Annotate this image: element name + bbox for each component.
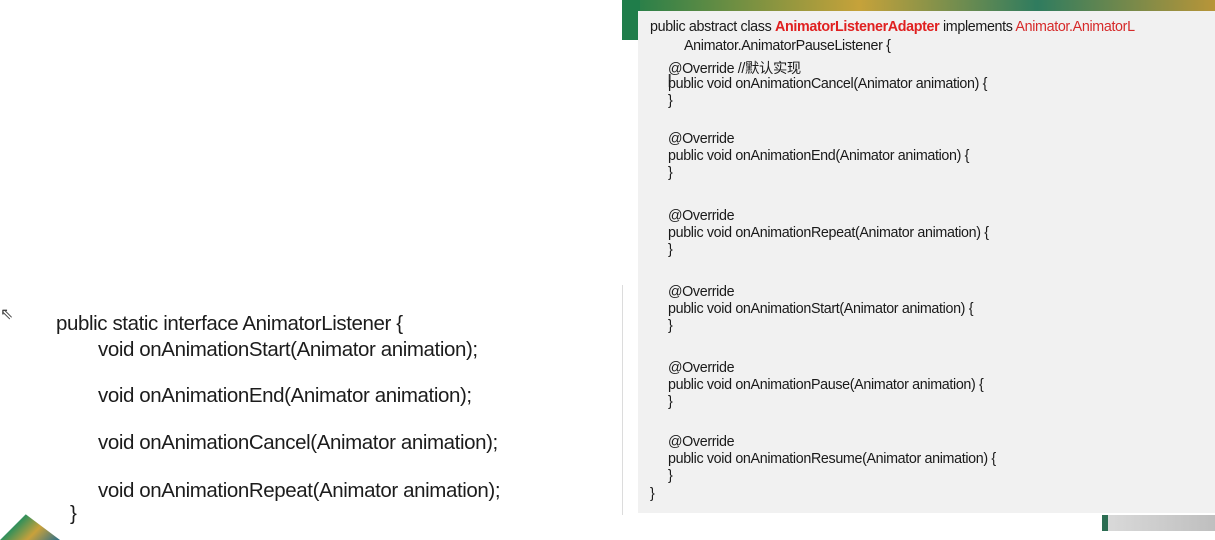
class-close: }	[650, 486, 655, 502]
method-signature: public void onAnimationPause(Animator an…	[668, 377, 984, 393]
method-annotation: @Override	[668, 434, 735, 450]
code-line: void onAnimationRepeat(Animator animatio…	[98, 479, 501, 502]
class-declaration: public abstract class AnimatorListenerAd…	[650, 19, 1135, 35]
adapter-code-panel: I public abstract class AnimatorListener…	[622, 0, 1215, 540]
method-close: }	[668, 93, 673, 109]
code-line: void onAnimationStart(Animator animation…	[98, 338, 478, 361]
slide-decoration	[0, 495, 60, 540]
method-signature: public void onAnimationEnd(Animator anim…	[668, 148, 970, 164]
method-close: }	[668, 318, 673, 334]
method-signature: public void onAnimationRepeat(Animator a…	[668, 225, 989, 241]
slide-footer-decoration	[1102, 515, 1215, 531]
code-line: Animator.AnimatorPauseListener {	[684, 38, 891, 54]
interface-name: Animator.AnimatorL	[1015, 19, 1135, 35]
method-annotation: @Override	[668, 208, 735, 224]
code-background: I public abstract class AnimatorListener…	[638, 11, 1215, 513]
annotation-comment: @Override //默认实现	[668, 61, 801, 77]
method-signature: public void onAnimationCancel(Animator a…	[668, 76, 988, 92]
method-annotation: @Override	[668, 360, 735, 376]
class-name: AnimatorListenerAdapter	[775, 19, 940, 35]
code-text: public abstract class	[650, 19, 776, 35]
code-line: void onAnimationCancel(Animator animatio…	[98, 431, 498, 454]
method-close: }	[668, 165, 673, 181]
method-signature: public void onAnimationStart(Animator an…	[668, 301, 974, 317]
code-line: void onAnimationEnd(Animator animation);	[98, 384, 472, 407]
method-close: }	[668, 242, 673, 258]
method-annotation: @Override	[668, 131, 735, 147]
code-text: implements	[939, 19, 1016, 35]
method-annotation: @Override	[668, 284, 735, 300]
pointer-arrow-icon: ⇖	[0, 304, 14, 323]
divider	[622, 285, 623, 515]
method-signature: public void onAnimationResume(Animator a…	[668, 451, 996, 467]
method-close: }	[668, 468, 673, 484]
method-close: }	[668, 394, 673, 410]
code-line: }	[70, 502, 77, 525]
code-line: public static interface AnimatorListener…	[56, 312, 403, 335]
